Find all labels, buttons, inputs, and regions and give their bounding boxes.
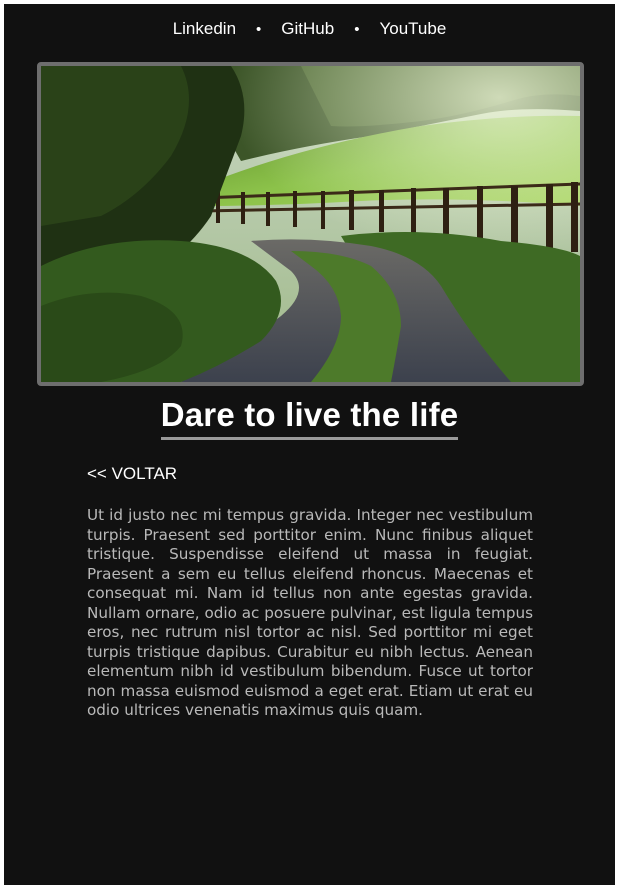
title-wrapper: Dare to live the life <box>4 396 615 440</box>
nav-link-youtube[interactable]: YouTube <box>379 19 446 39</box>
nav-separator: • <box>354 20 360 38</box>
nav-link-linkedin[interactable]: Linkedin <box>173 19 236 39</box>
article-body: Ut id justo nec mi tempus gravida. Integ… <box>87 506 534 719</box>
page: Linkedin • GitHub • YouTube Dare to live… <box>4 4 615 885</box>
back-link[interactable]: << VOLTAR <box>87 464 177 484</box>
hero-image <box>37 62 584 386</box>
top-nav: Linkedin • GitHub • YouTube <box>4 19 615 39</box>
hero-landscape-illustration <box>41 66 580 382</box>
page-title: Dare to live the life <box>160 396 459 440</box>
nav-link-github[interactable]: GitHub <box>281 19 334 39</box>
nav-separator: • <box>256 20 262 38</box>
